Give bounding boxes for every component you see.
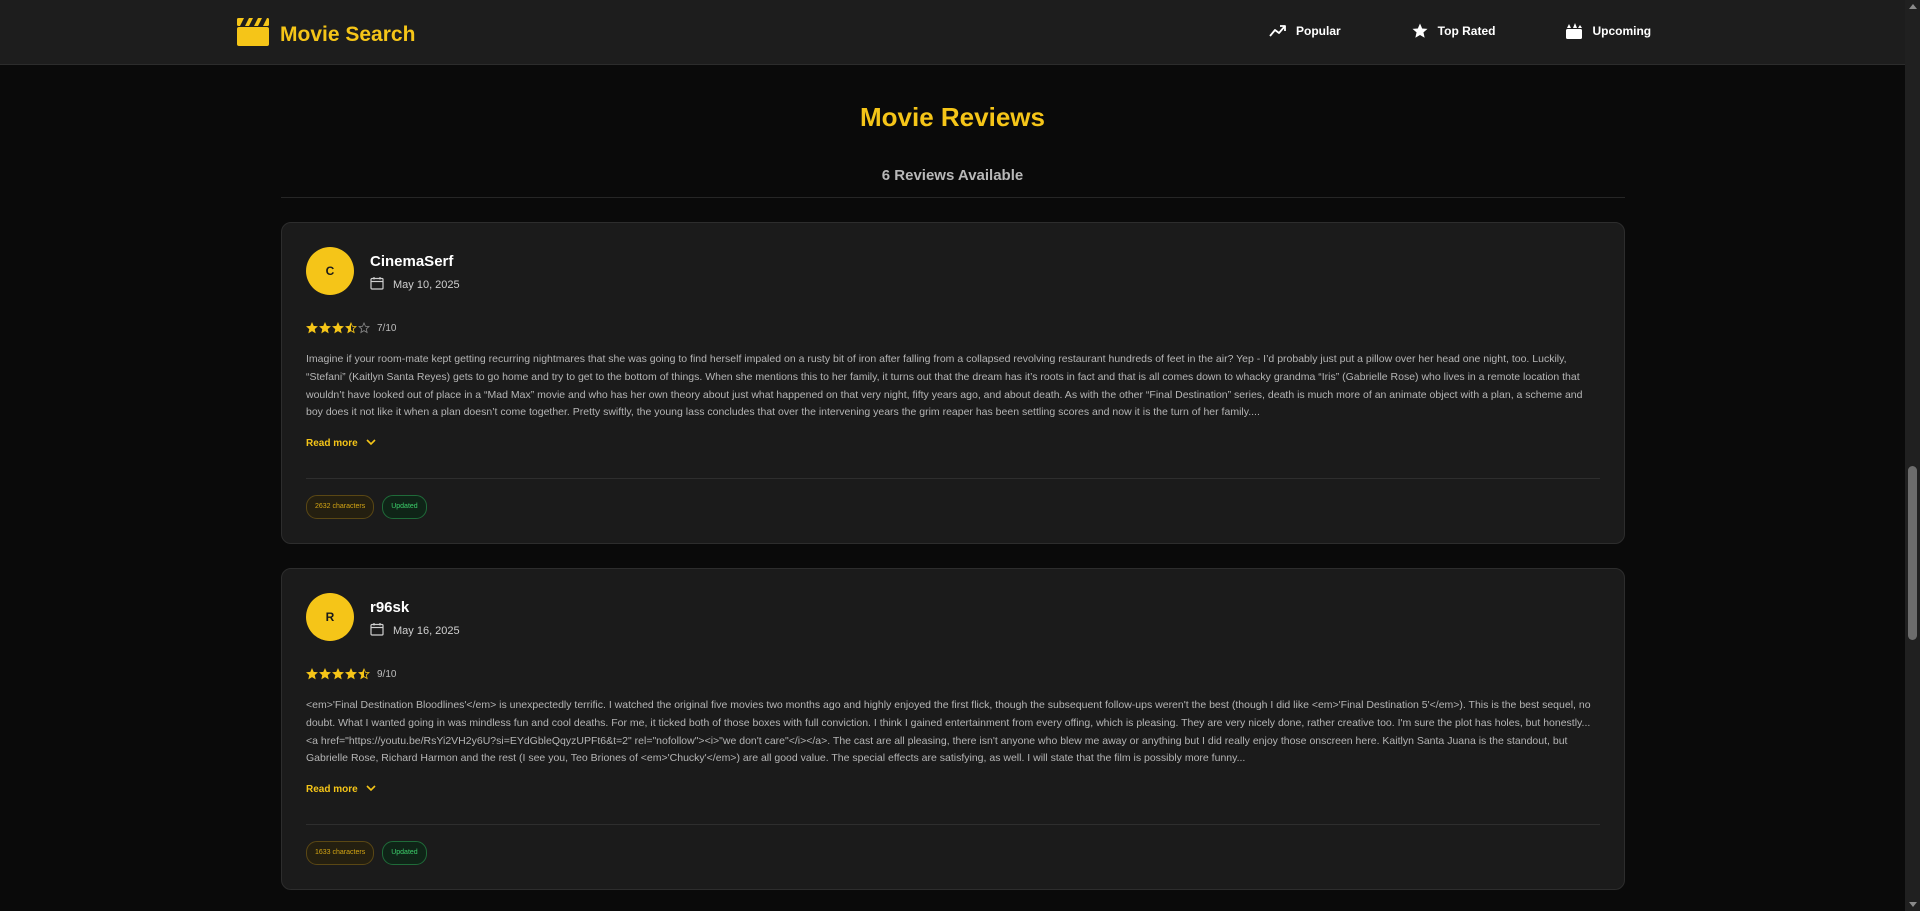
review-author: r96sk	[370, 599, 410, 616]
review-content: Imagine if your room-mate kept getting r…	[306, 353, 1583, 419]
nav-top-rated[interactable]: Top Rated	[1411, 22, 1496, 40]
rating-row: 7/10	[306, 322, 396, 334]
nav-top-rated-label: Top Rated	[1437, 24, 1496, 38]
avatar: R	[306, 593, 354, 641]
star-filled-icon	[319, 322, 331, 334]
read-more-button[interactable]: Read more	[306, 438, 376, 449]
nav-popular[interactable]: Popular	[1269, 22, 1341, 40]
page-title: Movie Reviews	[860, 102, 1045, 132]
brand-title: Movie Search	[280, 22, 416, 46]
review-tags: 1633 characters Updated	[306, 841, 427, 865]
clapperboard-icon	[236, 17, 270, 52]
updated-badge: Updated	[382, 841, 427, 865]
star-filled-icon	[332, 668, 344, 680]
scroll-up-arrow-icon[interactable]	[1909, 4, 1917, 9]
rating-stars	[306, 322, 370, 334]
review-date: May 10, 2025	[393, 278, 460, 291]
rating-stars	[306, 668, 370, 680]
scroll-down-arrow-icon[interactable]	[1909, 902, 1917, 907]
star-filled-icon	[345, 668, 357, 680]
read-more-label: Read more	[306, 784, 358, 795]
nav-upcoming-label: Upcoming	[1592, 24, 1652, 38]
star-empty-icon	[358, 322, 370, 334]
reviews-count: 6 Reviews Available	[881, 167, 1024, 184]
scrollbar-thumb[interactable]	[1908, 466, 1917, 640]
characters-badge: 1633 characters	[306, 841, 375, 865]
chevron-down-icon	[366, 784, 376, 795]
chevron-down-icon	[366, 438, 376, 449]
rating-row: 9/10	[306, 668, 396, 680]
review-date-row: May 10, 2025	[370, 276, 460, 293]
star-half-icon	[345, 322, 357, 334]
review-card: C CinemaSerf May 10, 2025 7/10 Imagine i…	[281, 222, 1625, 544]
star-filled-icon	[332, 322, 344, 334]
nav-upcoming[interactable]: Upcoming	[1565, 22, 1651, 40]
calendar-event-icon	[1565, 22, 1583, 40]
section-divider	[281, 197, 1625, 198]
review-author: CinemaSerf	[370, 253, 454, 270]
read-more-button[interactable]: Read more	[306, 784, 376, 795]
calendar-icon	[370, 622, 384, 639]
main-nav: Popular Top Rated Upcoming	[1269, 22, 1651, 40]
calendar-icon	[370, 276, 384, 293]
top-navbar: Movie Search Popular Top Rated Upcoming	[0, 0, 1905, 65]
review-tags: 2632 characters Updated	[306, 495, 427, 519]
star-filled-icon	[319, 668, 331, 680]
rating-value: 9/10	[377, 668, 397, 680]
updated-badge: Updated	[382, 495, 427, 519]
star-filled-icon	[306, 668, 318, 680]
star-icon	[1411, 22, 1429, 40]
brand-link[interactable]: Movie Search	[236, 17, 415, 52]
characters-badge: 2632 characters	[306, 495, 375, 519]
review-date: May 16, 2025	[393, 624, 460, 637]
card-divider	[306, 478, 1600, 479]
star-half-icon	[358, 668, 370, 680]
nav-popular-label: Popular	[1296, 24, 1341, 38]
review-card: R r96sk May 16, 2025 9/10 <em>'Final Des…	[281, 568, 1625, 890]
avatar: C	[306, 247, 354, 295]
review-date-row: May 16, 2025	[370, 622, 460, 639]
trending-up-icon	[1269, 22, 1287, 40]
review-content: <em>'Final Destination Bloodlines'</em> …	[306, 699, 1591, 765]
star-filled-icon	[306, 322, 318, 334]
rating-value: 7/10	[377, 322, 397, 334]
page-scrollbar[interactable]	[1905, 0, 1920, 911]
read-more-label: Read more	[306, 438, 358, 449]
card-divider	[306, 824, 1600, 825]
